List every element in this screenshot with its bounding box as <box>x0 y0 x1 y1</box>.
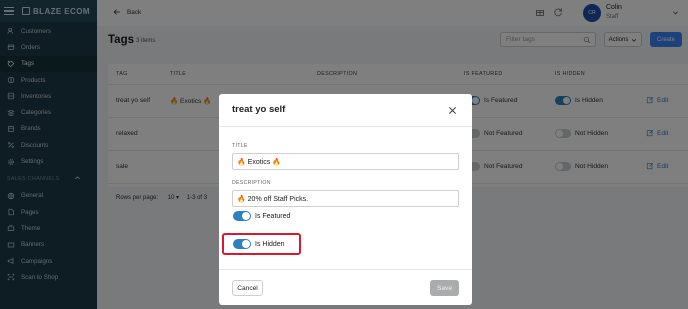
description-field[interactable]: 🔥 20% off Staff Picks. <box>232 190 459 207</box>
cancel-button[interactable]: Cancel <box>232 280 263 296</box>
edit-tag-modal: treat yo self TITLE 🔥 Exotics 🔥 DESCRIPT… <box>219 94 472 305</box>
featured-toggle-row[interactable]: Is Featured <box>233 211 290 221</box>
save-button[interactable]: Save <box>430 280 459 296</box>
title-field[interactable]: 🔥 Exotics 🔥 <box>232 153 459 170</box>
description-field-label: DESCRIPTION <box>232 180 271 186</box>
featured-toggle-label: Is Featured <box>255 212 291 220</box>
highlight-box <box>222 233 301 255</box>
close-icon[interactable] <box>448 106 457 115</box>
featured-switch[interactable] <box>233 211 251 221</box>
title-field-label: TITLE <box>232 143 248 149</box>
modal-title: treat yo self <box>232 104 286 115</box>
divider <box>219 126 472 127</box>
divider <box>219 269 472 270</box>
